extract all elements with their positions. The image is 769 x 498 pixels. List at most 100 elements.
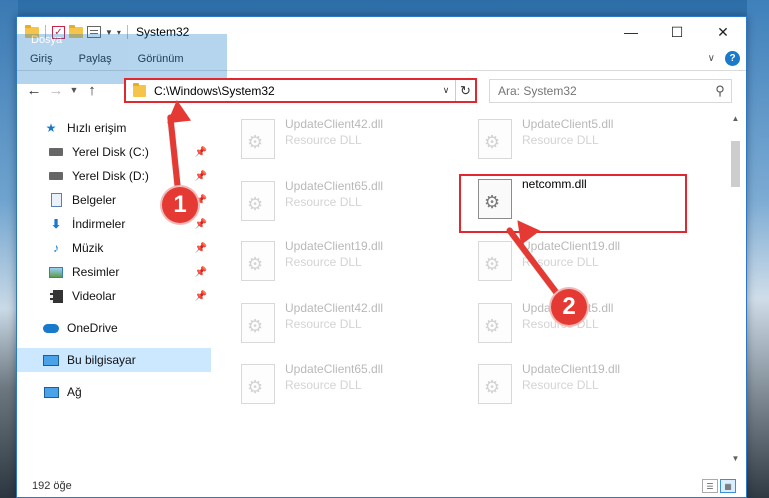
- pin-icon[interactable]: 📌: [195, 267, 207, 278]
- back-arrow-icon[interactable]: ←: [23, 82, 45, 99]
- chevron-down-icon[interactable]: ∨: [437, 85, 455, 96]
- pictures-icon: [48, 265, 64, 279]
- file-type: Resource DLL: [285, 378, 362, 392]
- dll-file-icon: ⚙: [241, 364, 275, 404]
- sidebar-item-label: Belgeler: [72, 193, 117, 207]
- pin-icon[interactable]: 📌: [195, 291, 207, 302]
- network-icon: [43, 385, 59, 399]
- sidebar-item-pictures[interactable]: Resimler 📌: [17, 260, 211, 284]
- pin-icon[interactable]: 📌: [195, 171, 207, 182]
- folder-icon: [133, 82, 146, 97]
- dll-file-icon: ⚙: [478, 303, 512, 343]
- documents-icon: [48, 193, 64, 207]
- videos-icon: [48, 289, 64, 303]
- search-box[interactable]: ⚲: [489, 79, 732, 103]
- sidebar-item-label: Videolar: [72, 289, 116, 303]
- sidebar-item-onedrive[interactable]: OneDrive: [17, 316, 211, 340]
- sidebar-item-label: OneDrive: [67, 321, 118, 335]
- drive-icon: [48, 145, 64, 159]
- file-item[interactable]: ⚙ UpdateClient19.dll Resource DLL: [478, 362, 688, 412]
- sidebar-item-label: Yerel Disk (C:): [72, 145, 149, 159]
- ribbon-tabs: Dosya Giriş Paylaş Görünüm ∨ ?: [17, 33, 746, 84]
- file-item[interactable]: ⚙ UpdateClient42.dll Resource DLL: [241, 301, 451, 351]
- file-name: UpdateClient65.dll: [285, 179, 384, 193]
- address-path[interactable]: C:\Windows\System32: [154, 84, 437, 98]
- forward-arrow-icon[interactable]: →: [45, 82, 67, 99]
- annotation-step-2-badge: 2: [551, 289, 587, 325]
- sidebar-item-this-pc[interactable]: Bu bilgisayar: [17, 348, 211, 372]
- minimize-button[interactable]: —: [608, 17, 654, 47]
- desktop-wallpaper-right: [747, 0, 769, 498]
- sidebar-item-label: Yerel Disk (D:): [72, 169, 149, 183]
- scroll-down-icon[interactable]: ▼: [727, 451, 744, 467]
- dll-file-icon: ⚙: [241, 119, 275, 159]
- main-content: ★ Hızlı erişim Yerel Disk (C:) 📌 Yerel D…: [17, 109, 746, 475]
- item-count: 192 öğe: [32, 480, 72, 492]
- pin-icon[interactable]: 📌: [195, 219, 207, 230]
- scrollbar-thumb[interactable]: [731, 141, 740, 187]
- annotation-step-1-badge: 1: [162, 187, 198, 223]
- sidebar-item-videos[interactable]: Videolar 📌: [17, 284, 211, 308]
- drive-icon: [48, 169, 64, 183]
- file-name: UpdateClient19.dll: [522, 239, 621, 253]
- ribbon-right-controls: ∨ ?: [708, 51, 740, 66]
- star-icon: ★: [45, 121, 57, 135]
- file-item[interactable]: ⚙ UpdateClient5.dll Resource DLL: [478, 117, 688, 167]
- sidebar-item-label: Resimler: [72, 265, 120, 279]
- file-item[interactable]: ⚙ UpdateClient42.dll Resource DLL: [241, 117, 451, 167]
- sidebar-item-label: İndirmeler: [72, 217, 126, 231]
- navigation-row: ← → ▼ ↑ C:\Windows\System32 ∨ ↻ ⚲: [17, 71, 746, 109]
- file-name: UpdateClient5.dll: [522, 117, 614, 131]
- file-name: UpdateClient65.dll: [285, 362, 384, 376]
- search-icon[interactable]: ⚲: [709, 83, 731, 99]
- dll-file-icon: ⚙: [241, 181, 275, 221]
- close-button[interactable]: ✕: [700, 17, 746, 47]
- computer-icon: [43, 353, 59, 367]
- refresh-icon[interactable]: ↻: [455, 80, 475, 101]
- maximize-button[interactable]: ☐: [654, 17, 700, 47]
- file-name: UpdateClient42.dll: [285, 117, 384, 131]
- search-input[interactable]: [490, 84, 709, 98]
- file-item[interactable]: ⚙ UpdateClient19.dll Resource DLL: [478, 239, 688, 289]
- file-item[interactable]: ⚙ UpdateClient65.dll Resource DLL: [241, 362, 451, 412]
- file-type: Resource DLL: [285, 195, 362, 209]
- dll-file-icon: ⚙: [478, 119, 512, 159]
- file-list: ⚙ UpdateClient42.dll Resource DLL ⚙ Updat…: [211, 109, 746, 475]
- sidebar-item-local-disk-d[interactable]: Yerel Disk (D:) 📌: [17, 164, 211, 188]
- sidebar-item-network[interactable]: Ağ: [17, 380, 211, 404]
- pin-icon[interactable]: 📌: [195, 243, 207, 254]
- netcomm-highlight-box: [459, 174, 687, 233]
- large-icons-view-icon[interactable]: ▦: [720, 479, 736, 493]
- file-item[interactable]: ⚙ UpdateClient65.dll Resource DLL: [241, 179, 451, 229]
- file-type: Resource DLL: [522, 133, 599, 147]
- view-toggle: ☰ ▦: [702, 479, 736, 493]
- vertical-scrollbar[interactable]: ▲ ▼: [727, 111, 744, 467]
- sidebar-item-label: Bu bilgisayar: [67, 353, 136, 367]
- file-explorer-window: ✓ ▼ ▾ System32 — ☐ ✕ Dosya Giriş Paylaş …: [16, 16, 747, 498]
- music-icon: ♪: [53, 241, 59, 255]
- pin-icon[interactable]: 📌: [195, 147, 207, 158]
- scroll-up-icon[interactable]: ▲: [727, 111, 744, 127]
- sidebar-item-local-disk-c[interactable]: Yerel Disk (C:) 📌: [17, 140, 211, 164]
- status-bar: 192 öğe ☰ ▦: [17, 475, 746, 497]
- file-type: Resource DLL: [522, 378, 599, 392]
- expand-ribbon-icon[interactable]: ∨: [708, 53, 715, 64]
- file-item[interactable]: ⚙ UpdateClient19.dll Resource DLL: [241, 239, 451, 289]
- file-name: UpdateClient19.dll: [285, 239, 384, 253]
- up-arrow-icon[interactable]: ↑: [81, 82, 103, 99]
- cloud-icon: [43, 321, 59, 335]
- file-type: Resource DLL: [285, 133, 362, 147]
- sidebar-item-label: Ağ: [67, 385, 82, 399]
- dll-file-icon: ⚙: [241, 241, 275, 281]
- recent-locations-icon[interactable]: ▼: [67, 85, 81, 95]
- dll-file-icon: ⚙: [241, 303, 275, 343]
- file-name: UpdateClient19.dll: [522, 362, 621, 376]
- file-type: Resource DLL: [285, 255, 362, 269]
- sidebar-item-label: Hızlı erişim: [67, 121, 127, 135]
- details-view-icon[interactable]: ☰: [702, 479, 718, 493]
- dll-file-icon: ⚙: [478, 364, 512, 404]
- dll-file-icon: ⚙: [478, 241, 512, 281]
- sidebar-item-label: Müzik: [72, 241, 104, 255]
- help-icon[interactable]: ?: [725, 51, 740, 66]
- sidebar-item-music[interactable]: ♪ Müzik 📌: [17, 236, 211, 260]
